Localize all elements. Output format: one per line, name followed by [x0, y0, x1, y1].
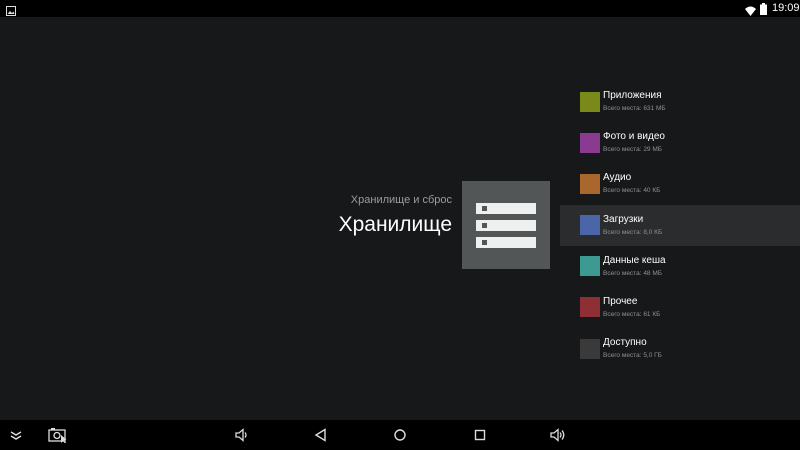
- page-title: Хранилище: [338, 213, 452, 236]
- item-size: Всего места: 8,0 КБ: [603, 228, 663, 236]
- item-label: Доступно: [603, 337, 647, 349]
- item-label: Аудио: [603, 172, 632, 184]
- volume-up-icon[interactable]: [550, 427, 566, 443]
- back-icon[interactable]: [313, 427, 329, 443]
- storage-item-other[interactable]: Прочее Всего места: 61 КБ: [560, 287, 800, 328]
- collapse-icon[interactable]: [8, 427, 24, 443]
- status-bar: 19:09: [0, 0, 800, 17]
- storage-icon: [462, 181, 550, 269]
- item-label: Загрузки: [603, 213, 644, 225]
- item-label: Данные кеша: [603, 254, 666, 266]
- item-label: Приложения: [603, 90, 662, 101]
- storage-item-photos-videos[interactable]: Фото и видео Всего места: 29 МБ: [560, 122, 800, 163]
- color-swatch: [580, 338, 600, 359]
- storage-screen: Хранилище и сброс Хранилище Приложения В…: [0, 17, 800, 420]
- item-size: Всего места: 29 МБ: [603, 146, 663, 154]
- status-clock: 19:09: [772, 2, 800, 14]
- color-swatch: [580, 173, 600, 194]
- item-label: Прочее: [603, 295, 638, 307]
- color-swatch: [580, 132, 600, 153]
- storage-item-audio[interactable]: Аудио Всего места: 40 КБ: [560, 163, 800, 204]
- breadcrumb: Хранилище и сброс: [350, 194, 452, 206]
- screenshot-icon[interactable]: [48, 427, 70, 443]
- navigation-bar: [0, 420, 800, 450]
- storage-item-cached-data[interactable]: Данные кеша Всего места: 48 МБ: [560, 246, 800, 287]
- color-swatch: [580, 256, 600, 277]
- storage-category-list: Приложения Всего места: 631 МБ Фото и ви…: [560, 81, 800, 369]
- storage-item-downloads[interactable]: Загрузки Всего места: 8,0 КБ: [560, 204, 800, 246]
- recents-icon[interactable]: [472, 427, 488, 443]
- color-swatch: [580, 297, 600, 318]
- color-swatch: [580, 215, 600, 236]
- color-swatch: [580, 91, 600, 112]
- storage-item-apps[interactable]: Приложения Всего места: 631 МБ: [560, 81, 800, 122]
- home-icon[interactable]: [392, 427, 408, 443]
- item-size: Всего места: 5,0 ГБ: [603, 352, 662, 360]
- volume-down-icon[interactable]: [234, 427, 250, 443]
- item-label: Фото и видео: [603, 131, 665, 143]
- storage-item-available[interactable]: Доступно Всего места: 5,0 ГБ: [560, 328, 800, 369]
- item-size: Всего места: 631 МБ: [603, 105, 666, 112]
- item-size: Всего места: 61 КБ: [603, 310, 661, 318]
- item-size: Всего места: 48 МБ: [603, 269, 663, 277]
- item-size: Всего места: 40 КБ: [603, 187, 661, 195]
